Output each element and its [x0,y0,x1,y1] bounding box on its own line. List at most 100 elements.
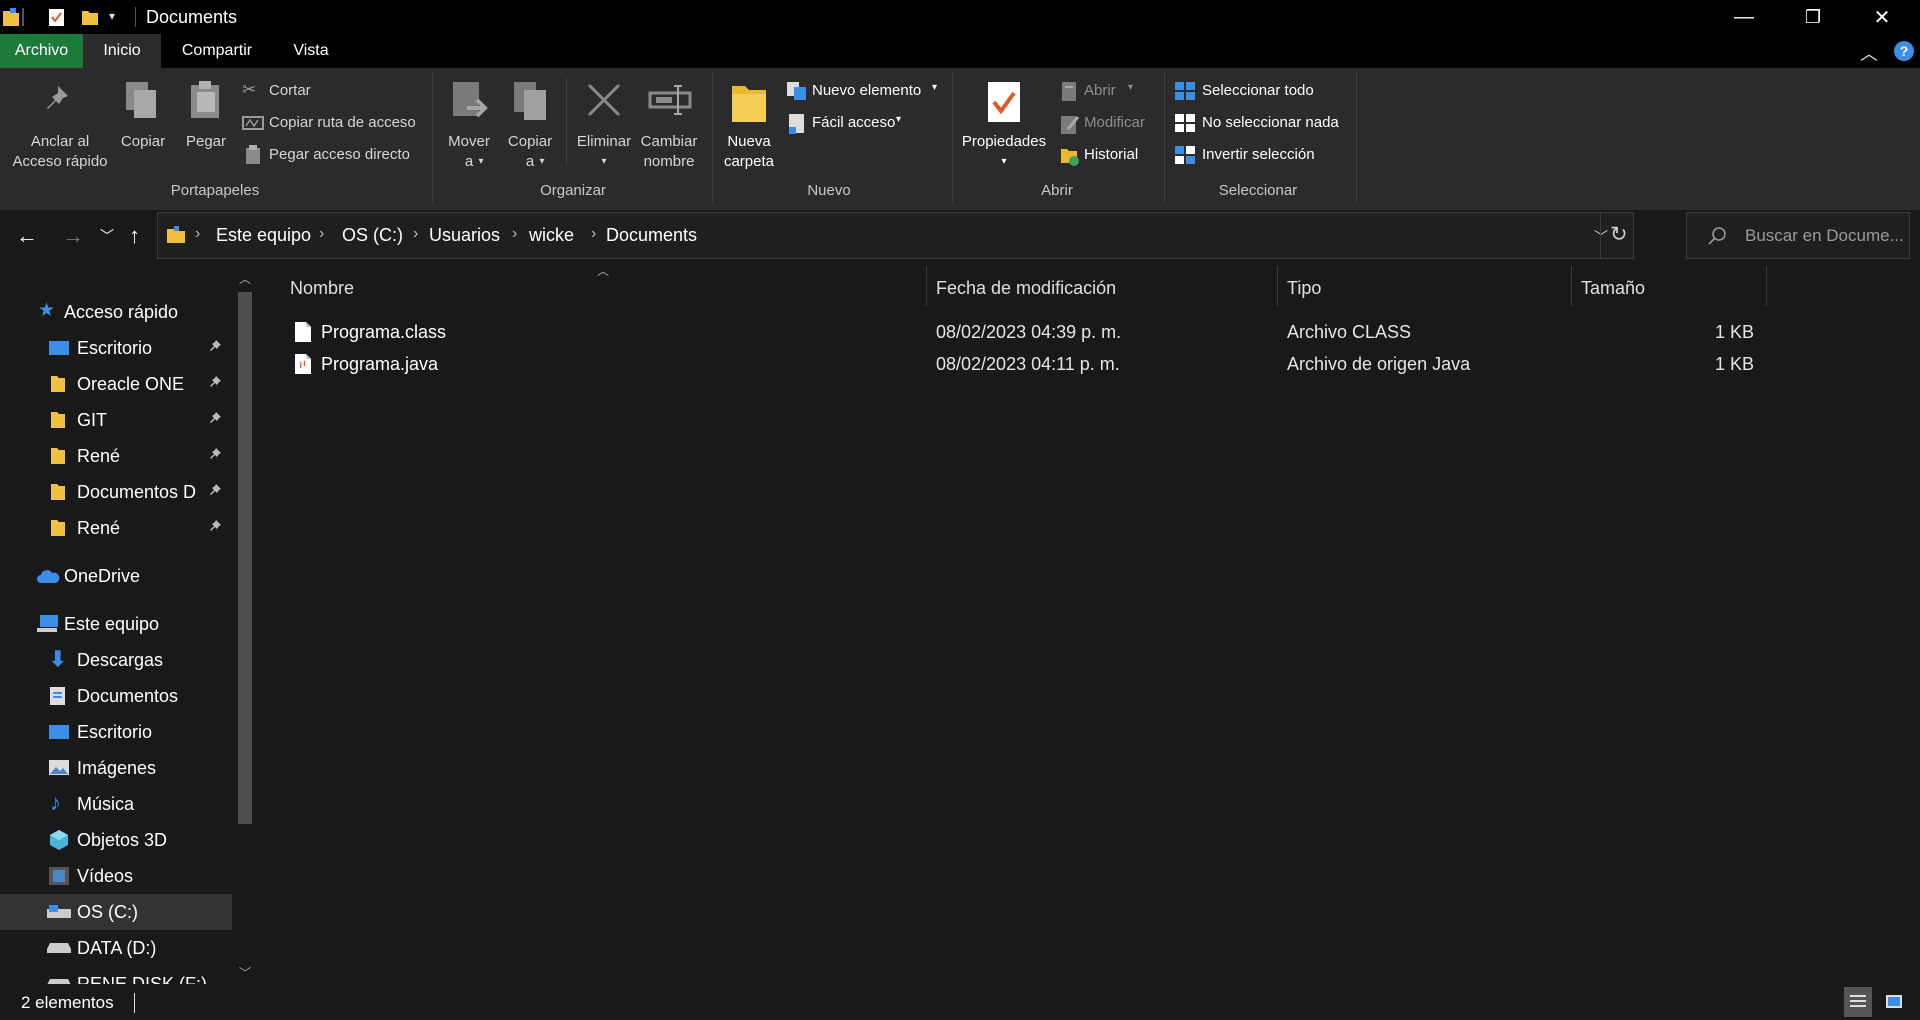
breadcrumb-chevron-icon[interactable]: › [319,225,324,243]
sidebar-item-este-equipo[interactable]: Este equipo [0,606,232,642]
computer-icon [37,615,58,632]
up-arrow-icon[interactable]: ↑ [129,223,140,249]
pin-quick-access-button[interactable]: Anclar al Acceso rápido [0,68,120,178]
edit-button[interactable]: Modificar [1058,112,1158,136]
sidebar-item-data-d[interactable]: DATA (D:) [0,930,232,966]
column-header-tamano[interactable]: Tamaño [1581,278,1645,299]
sidebar-item-escritorio[interactable]: Escritorio [0,330,232,366]
delete-x-icon [587,83,621,117]
search-placeholder[interactable]: Buscar en Docume... [1745,226,1904,246]
breadcrumb-chevron-icon[interactable]: › [512,225,517,243]
file-size: 1 KB [1714,354,1754,374]
column-header-tipo[interactable]: Tipo [1287,278,1321,299]
details-view-button[interactable] [1844,987,1872,1017]
ribbon-tabs: Archivo Inicio Compartir Vista ︿ ? [0,34,1920,68]
column-separator[interactable] [1571,266,1572,306]
sidebar-item-git[interactable]: GIT [0,402,232,438]
address-bar[interactable]: › Este equipo › OS (C:) › Usuarios › wic… [157,212,1634,259]
back-arrow-icon[interactable]: ← [16,223,38,249]
select-none-button[interactable]: No seleccionar nada [1174,112,1344,136]
sidebar-item-rene-disk-f[interactable]: RENE DISK (F:) [0,966,232,984]
large-icons-view-button[interactable] [1880,987,1908,1017]
folder-icon [51,412,65,428]
file-row[interactable]: Programa.java 08/02/2023 04:11 p. m. Arc… [282,350,1766,380]
sidebar-item-rene-2[interactable]: René [0,510,232,546]
breadcrumb-chevron-icon[interactable]: › [591,225,596,243]
sidebar-item-musica[interactable]: ♪ Música [0,786,232,822]
recent-locations-chevron-icon[interactable]: ﹀ [100,226,114,246]
sidebar-item-label: René [77,446,121,466]
sidebar-item-documentos-d[interactable]: Documentos D [0,474,232,510]
sidebar-item-oreacle-one[interactable]: Oreacle ONE [0,366,232,402]
sidebar-item-videos[interactable]: Vídeos [0,858,232,894]
breadcrumb-os-c[interactable]: OS (C:) [342,225,403,246]
breadcrumb-chevron-icon[interactable]: › [413,225,418,243]
copy-icon [126,82,156,118]
sidebar-item-label: Documentos D [77,482,197,502]
breadcrumb-chevron-icon[interactable]: › [195,225,200,243]
address-history-chevron-icon[interactable]: ﹀ [1594,227,1608,247]
history-button[interactable]: Historial [1058,144,1158,168]
sidebar-item-label: René [77,518,121,538]
close-button[interactable]: ✕ [1848,0,1916,34]
collapse-ribbon-icon[interactable]: ︿ [1860,40,1878,66]
help-icon[interactable]: ? [1894,41,1914,61]
scroll-down-icon[interactable]: ﹀ [239,964,251,981]
open-button[interactable]: Abrir ▾ [1058,80,1142,104]
column-header-fecha[interactable]: Fecha de modificación [936,278,1116,299]
tab-vista[interactable]: Vista [275,34,347,68]
sidebar-item-objetos-3d[interactable]: Objetos 3D [0,822,232,858]
new-item-button[interactable]: Nuevo elemento ▾ [786,80,944,104]
sidebar-item-descargas[interactable]: ⬇ Descargas [0,642,232,678]
select-all-button[interactable]: Seleccionar todo [1174,80,1334,104]
file-row[interactable]: Programa.class 08/02/2023 04:39 p. m. Ar… [282,318,1766,348]
breadcrumb-wicke[interactable]: wicke [529,225,574,246]
delete-dropdown-icon: ▾ [601,156,607,167]
properties-quick-icon[interactable] [48,7,66,27]
search-box[interactable]: Buscar en Docume... [1686,212,1910,259]
copy-to-button[interactable]: Copiar a ▾ [504,68,556,178]
new-folder-button[interactable]: Nueva carpeta [718,68,780,178]
pictures-icon [49,760,69,775]
new-folder-quick-icon[interactable] [81,7,99,27]
invert-selection-button[interactable]: Invertir selección [1174,144,1334,168]
maximize-button[interactable]: ❐ [1779,0,1847,34]
sidebar-item-documentos[interactable]: Documentos [0,678,232,714]
column-separator[interactable] [1766,266,1767,306]
scrollbar-thumb[interactable] [238,292,252,824]
sidebar-item-label: Vídeos [77,866,134,886]
file-name: Programa.java [321,354,439,374]
tab-inicio[interactable]: Inicio [83,34,161,68]
column-header-nombre[interactable]: Nombre [290,278,354,299]
column-separator[interactable] [1277,266,1278,306]
sidebar-item-quick-access[interactable]: ★ Acceso rápido [0,294,232,330]
sidebar-item-onedrive[interactable]: OneDrive [0,558,232,594]
sidebar-item-os-c[interactable]: OS (C:) [0,894,232,930]
paste-button[interactable]: Pegar [178,68,234,178]
refresh-icon[interactable]: ↻ [1610,222,1628,247]
breadcrumb-este-equipo[interactable]: Este equipo [216,225,311,246]
minimize-button[interactable]: — [1710,0,1778,34]
delete-button[interactable]: Eliminar ▾ [572,68,636,178]
rename-button[interactable]: Cambiar nombre [636,68,702,178]
sidebar-item-imagenes[interactable]: Imágenes [0,750,232,786]
breadcrumb-usuarios[interactable]: Usuarios [429,225,500,246]
tab-archivo[interactable]: Archivo [0,34,83,68]
scroll-up-icon[interactable]: ︿ [239,270,251,287]
music-note-icon: ♪ [50,790,61,815]
customize-quick-access-icon[interactable]: ▾ [109,9,127,29]
forward-arrow-icon[interactable]: → [62,223,84,249]
tab-compartir[interactable]: Compartir [166,34,268,68]
properties-button[interactable]: Propiedades ▾ [958,68,1050,178]
pin-icon [210,448,221,459]
sidebar-item-escritorio-pc[interactable]: Escritorio [0,714,232,750]
move-to-button[interactable]: Mover a ▾ [444,68,494,178]
address-separator [1600,213,1601,258]
breadcrumb-documents[interactable]: Documents [606,225,697,246]
move-to-dropdown-icon: ▾ [478,156,484,167]
column-separator[interactable] [926,266,927,306]
copy-button[interactable]: Copiar [114,68,172,178]
easy-access-button[interactable]: Fácil acceso ▾ [786,112,916,136]
sidebar-scrollbar[interactable]: ︿ ﹀ [232,268,258,984]
sidebar-item-rene[interactable]: René [0,438,232,474]
